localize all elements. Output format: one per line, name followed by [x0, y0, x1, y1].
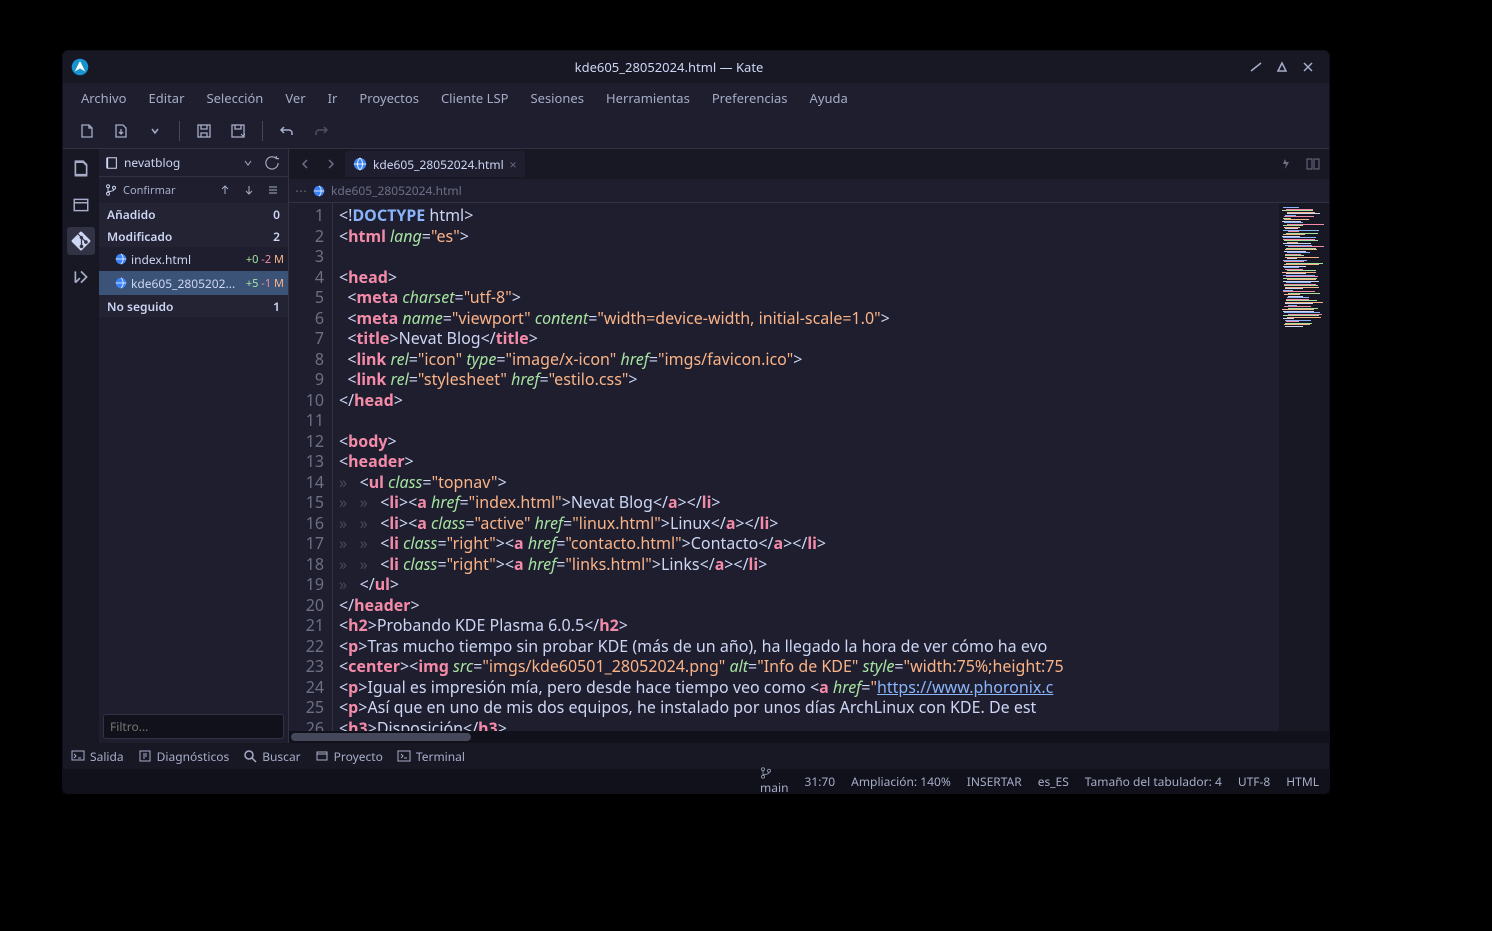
commit-label[interactable]: Confirmar [123, 183, 210, 198]
line-gutter: 1234567891011121314151617181920212223242… [289, 203, 333, 731]
project-name: nevatblog [124, 154, 180, 171]
menu-editar[interactable]: Editar [139, 85, 195, 111]
editor-tab[interactable]: kde605_28052024.html × [345, 151, 525, 177]
file-name: index.html [131, 251, 242, 268]
nav-forward-button[interactable] [319, 152, 343, 176]
editor-area: kde605_28052024.html × ⋯ kde605_28052024… [289, 149, 1329, 743]
status-locale[interactable]: es_ES [1038, 773, 1069, 790]
minimize-button[interactable] [1243, 55, 1269, 79]
git-panel: nevatblog Confirmar Añadido0 Modificado2… [99, 149, 289, 743]
quick-action-button[interactable] [1273, 152, 1297, 176]
status-bar: main 31:70 Ampliación: 140% INSERTAR es_… [63, 769, 1329, 793]
project-dropdown[interactable] [238, 153, 258, 173]
status-mode[interactable]: INSERTAR [967, 773, 1022, 790]
menu-sesiones[interactable]: Sesiones [520, 85, 594, 111]
menu-ver[interactable]: Ver [275, 85, 315, 111]
breadcrumb: ⋯ kde605_28052024.html [289, 179, 1329, 203]
activity-bar [63, 149, 99, 743]
close-button[interactable] [1295, 55, 1321, 79]
globe-icon [115, 277, 127, 289]
file-name: kde605_2805202... [131, 275, 242, 292]
globe-icon [313, 185, 325, 197]
diff-stat: +5 -1 M [246, 276, 284, 291]
project-header: nevatblog [99, 149, 288, 177]
menu-button[interactable] [264, 181, 282, 199]
redo-button[interactable] [307, 117, 335, 145]
separator [262, 121, 263, 141]
menu-herramientas[interactable]: Herramientas [596, 85, 700, 111]
menubar: ArchivoEditarSelecciónVerIrProyectosClie… [63, 83, 1329, 113]
menu-cliente lsp[interactable]: Cliente LSP [431, 85, 519, 111]
pull-button[interactable] [240, 181, 258, 199]
main-window: kde605_28052024.html — Kate ArchivoEdita… [62, 50, 1330, 794]
projects-rail-button[interactable] [67, 191, 95, 219]
tab-bar: kde605_28052024.html × [289, 149, 1329, 179]
push-button[interactable] [216, 181, 234, 199]
filter-input[interactable] [103, 714, 284, 739]
undo-button[interactable] [273, 117, 301, 145]
code-area[interactable]: 1234567891011121314151617181920212223242… [289, 203, 1329, 731]
project-button[interactable]: Proyecto [315, 748, 383, 765]
open-dropdown[interactable] [141, 117, 169, 145]
toolbar [63, 113, 1329, 149]
filter-box [99, 710, 288, 743]
output-button[interactable]: Salida [71, 748, 124, 765]
new-file-button[interactable] [73, 117, 101, 145]
diagnostics-button[interactable]: Diagnósticos [138, 748, 230, 765]
tab-close-icon[interactable]: × [510, 156, 517, 173]
menu-ir[interactable]: Ir [318, 85, 348, 111]
save-as-button[interactable] [224, 117, 252, 145]
tab-label: kde605_28052024.html [373, 156, 504, 173]
maximize-button[interactable] [1269, 55, 1295, 79]
menu-selección[interactable]: Selección [196, 85, 273, 111]
menu-preferencias[interactable]: Preferencias [702, 85, 798, 111]
status-encoding[interactable]: UTF-8 [1238, 773, 1270, 790]
open-file-button[interactable] [107, 117, 135, 145]
git-rail-button[interactable] [67, 227, 95, 255]
status-language[interactable]: HTML [1286, 773, 1319, 790]
search-button[interactable]: Buscar [243, 748, 300, 765]
status-tabsize[interactable]: Tamaño del tabulador: 4 [1085, 773, 1222, 790]
minimap[interactable] [1279, 203, 1329, 731]
book-icon [105, 156, 119, 170]
git-file-row[interactable]: kde605_2805202... +5 -1 M [99, 271, 288, 295]
split-button[interactable] [1301, 152, 1325, 176]
lsp-rail-button[interactable] [67, 263, 95, 291]
globe-icon [115, 253, 127, 265]
refresh-button[interactable] [262, 153, 282, 173]
menu-archivo[interactable]: Archivo [71, 85, 137, 111]
git-file-row[interactable]: index.html +0 -2 M [99, 247, 288, 271]
more-icon[interactable]: ⋯ [295, 182, 307, 199]
section-modified[interactable]: Modificado2 [99, 225, 288, 247]
separator [179, 121, 180, 141]
section-added[interactable]: Añadido0 [99, 203, 288, 225]
app-icon [71, 58, 89, 76]
documents-rail-button[interactable] [67, 155, 95, 183]
breadcrumb-file[interactable]: kde605_28052024.html [331, 182, 462, 199]
terminal-button[interactable]: Terminal [397, 748, 465, 765]
status-branch[interactable]: main [760, 767, 788, 796]
menu-ayuda[interactable]: Ayuda [800, 85, 858, 111]
globe-icon [353, 157, 367, 171]
bottom-toolbar: Salida Diagnósticos Buscar Proyecto Term… [63, 743, 1329, 769]
section-untracked[interactable]: No seguido1 [99, 295, 288, 317]
scrollbar-thumb[interactable] [291, 733, 471, 741]
status-position[interactable]: 31:70 [804, 773, 835, 790]
nav-back-button[interactable] [293, 152, 317, 176]
status-zoom[interactable]: Ampliación: 140% [851, 773, 951, 790]
branch-icon [105, 184, 117, 196]
commit-bar: Confirmar [99, 177, 288, 203]
content-area: nevatblog Confirmar Añadido0 Modificado2… [63, 149, 1329, 743]
window-title: kde605_28052024.html — Kate [95, 58, 1243, 76]
titlebar: kde605_28052024.html — Kate [63, 51, 1329, 83]
menu-proyectos[interactable]: Proyectos [349, 85, 429, 111]
diff-stat: +0 -2 M [246, 252, 284, 267]
code-content[interactable]: <!DOCTYPE html><html lang="es"> <head> <… [333, 203, 1279, 731]
horizontal-scrollbar[interactable] [289, 731, 1329, 743]
save-button[interactable] [190, 117, 218, 145]
